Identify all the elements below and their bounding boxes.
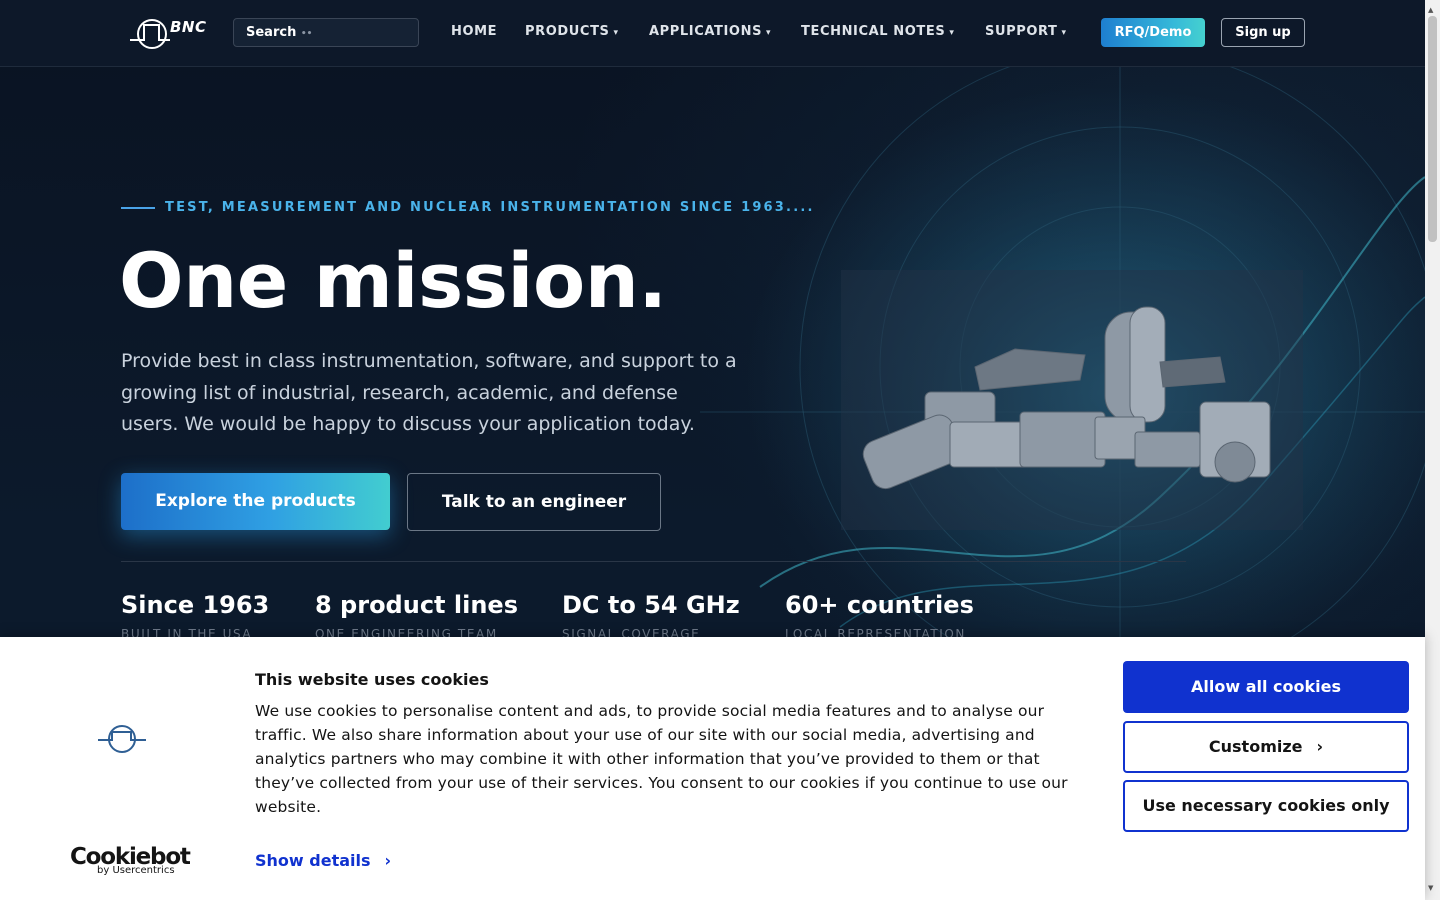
scroll-up-arrow-icon[interactable]: ▲: [1428, 6, 1433, 14]
cookie-description: We use cookies to personalise content an…: [255, 702, 1068, 816]
stat-item: 60+ countries LOCAL REPRESENTATION: [785, 591, 974, 641]
search-dots: ••: [300, 29, 313, 39]
top-navbar: BNC Search •• HOME PRODUCTS ▾ APPLICATION…: [0, 0, 1425, 67]
cookie-title: This website uses cookies: [255, 670, 489, 689]
talk-to-engineer-button[interactable]: Talk to an engineer: [407, 473, 661, 531]
chevron-right-icon: ›: [1316, 737, 1324, 756]
chevron-right-icon: ›: [384, 851, 392, 870]
hero-eyebrow: TEST, MEASUREMENT AND NUCLEAR INSTRUMENT…: [165, 200, 815, 215]
stat-item: 8 product lines ONE ENGINEERING TEAM: [315, 591, 518, 641]
sign-up-button[interactable]: Sign up: [1221, 18, 1305, 47]
nav-home-label: HOME: [451, 24, 498, 39]
nav-support-label: SUPPORT: [985, 24, 1058, 39]
eyebrow-line: [121, 207, 155, 209]
customize-button[interactable]: Customize ›: [1123, 721, 1409, 773]
pulse-circle-logo-icon: [98, 725, 146, 753]
rfq-demo-button[interactable]: RFQ/Demo: [1101, 18, 1205, 47]
nav-applications-label: APPLICATIONS: [649, 24, 763, 39]
stat-value: 60+ countries: [785, 591, 974, 619]
nav-home[interactable]: HOME: [451, 24, 497, 39]
stat-value: 8 product lines: [315, 591, 518, 619]
hero-subtext: Provide best in class instrumentation, s…: [121, 350, 737, 435]
show-details-link[interactable]: Show details ›: [255, 851, 391, 870]
search-input[interactable]: Search ••: [233, 18, 419, 47]
stat-item: Since 1963 BUILT IN THE USA: [121, 591, 269, 641]
nav-applications[interactable]: APPLICATIONS ▾: [649, 24, 771, 39]
stat-item: DC to 54 GHz SIGNAL COVERAGE: [562, 591, 740, 641]
necessary-cookies-only-button[interactable]: Use necessary cookies only: [1123, 780, 1409, 832]
cookiebot-byline: by Usercentrics: [97, 865, 175, 876]
search-label: Search: [246, 25, 297, 40]
stats-divider: [121, 561, 1186, 562]
stat-value: Since 1963: [121, 591, 270, 619]
caret-down-icon: ▾: [613, 28, 619, 38]
scroll-down-arrow-icon[interactable]: ▼: [1428, 884, 1433, 892]
allow-all-cookies-button[interactable]: Allow all cookies: [1123, 661, 1409, 713]
logo-text: BNC: [170, 18, 207, 36]
nav-technical-notes[interactable]: TECHNICAL NOTES ▾: [801, 24, 954, 39]
hero-product-image: [700, 67, 1425, 667]
nav-products-label: PRODUCTS: [525, 24, 610, 39]
caret-down-icon: ▾: [949, 28, 955, 38]
explore-products-button[interactable]: Explore the products: [121, 473, 390, 530]
stat-value: DC to 54 GHz: [562, 591, 740, 619]
nav-support[interactable]: SUPPORT ▾: [985, 24, 1067, 39]
nav-technical-notes-label: TECHNICAL NOTES: [801, 24, 946, 39]
customize-label: Customize: [1208, 737, 1303, 756]
cookie-consent-banner: Cookiebot by Usercentrics This website u…: [0, 637, 1425, 900]
show-details-label: Show details: [255, 851, 371, 870]
caret-down-icon: ▾: [1061, 28, 1067, 38]
nav-products[interactable]: PRODUCTS ▾: [525, 24, 619, 39]
hero-headline: One mission.: [119, 236, 667, 325]
scrollbar-thumb[interactable]: [1428, 16, 1437, 242]
caret-down-icon: ▾: [766, 28, 772, 38]
